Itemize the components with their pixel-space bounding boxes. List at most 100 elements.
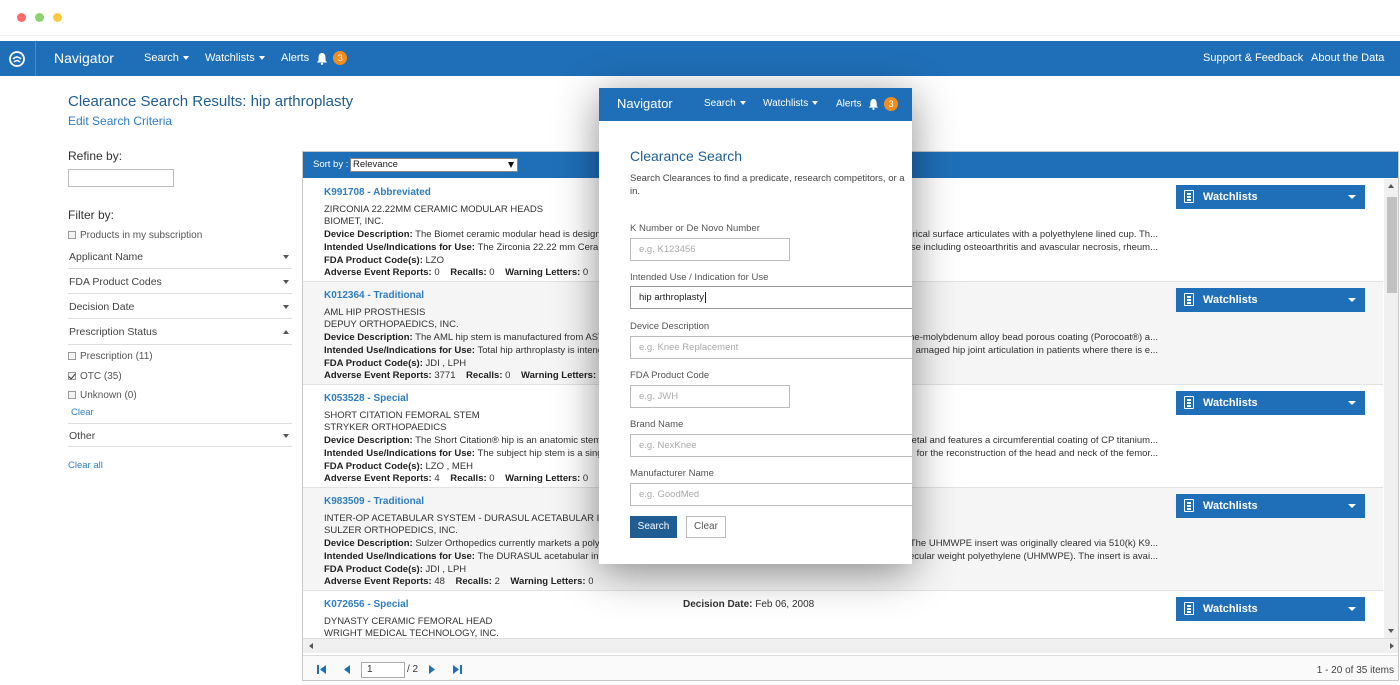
warnings-label: Warning Letters: [510,576,586,587]
checkbox-icon[interactable] [68,352,76,361]
modal-nav-watchlists[interactable]: Watchlists [763,98,819,109]
decision-date-label: Decision Date: [683,599,753,610]
alerts-count-badge: 3 [884,97,899,111]
products-subscription-checkbox[interactable]: Products in my subscription [68,230,202,241]
result-device-description: Device Description: The AML hip stem is … [324,332,624,343]
nav-search[interactable]: Search [144,52,189,64]
chevron-down-icon [283,280,289,284]
chevron-down-icon [1348,195,1356,199]
product-code-input[interactable]: e.g. JWH [630,385,790,408]
checkbox-checked-icon[interactable] [68,372,76,381]
nav-support[interactable]: Support & Feedback [1203,52,1303,64]
nav-about[interactable]: About the Data [1311,52,1384,64]
modal-nav-alerts[interactable]: Alerts 3 [836,97,899,111]
device-description-label: Device Description: [324,332,413,343]
facet-decision-date[interactable]: Decision Date [68,295,292,319]
nav-alerts[interactable]: Alerts 3 [281,51,348,65]
page-input[interactable]: 1 [361,662,405,678]
manufacturer-label: Manufacturer Name [630,468,714,479]
modal-app-title[interactable]: Navigator [617,96,673,111]
document-icon [1184,190,1194,203]
result-title-link[interactable]: K983509 - Traditional [324,496,424,507]
decision-date-value: Feb 06, 2008 [755,599,815,610]
result-device-name: SHORT CITATION FEMORAL STEM [324,410,480,421]
warnings-label: Warning Letters: [505,473,581,484]
result-intended-use: Intended Use/Indications for Use: The DU… [324,551,624,562]
horizontal-scrollbar[interactable] [303,638,1398,653]
page-count: / 2 [407,664,419,675]
intended-use-text: Total hip arthroplasty is intend [477,345,604,356]
scroll-down-icon[interactable] [1388,629,1394,633]
brand-name-label: Brand Name [630,419,684,430]
watchlists-button[interactable]: Watchlists [1176,391,1365,415]
product-codes-label: FDA Product Code(s): [324,564,423,575]
clear-all-link[interactable]: Clear all [68,460,103,471]
device-description-continued: erical surface articulates with a polyet… [907,229,1158,240]
option-unknown[interactable]: Unknown (0) [68,390,137,401]
document-icon[interactable] [1384,94,1394,106]
k-number-input[interactable]: e.g. K123456 [630,238,790,261]
sort-label: Sort by : [313,159,349,170]
pager: 1 / 2 1 - 20 of 35 items [303,655,1398,680]
text-cursor [704,291,706,303]
result-device-name: AML HIP PROSTHESIS [324,307,426,318]
intended-use-input[interactable]: hip arthroplasty [630,286,912,309]
scroll-left-icon[interactable] [309,643,313,649]
warnings-value: 0 [588,576,594,587]
document-icon [1184,293,1194,306]
adverse-value: 4 [434,473,440,484]
result-title-link[interactable]: K072656 - Special [324,599,409,610]
watchlists-button[interactable]: Watchlists [1176,288,1365,312]
intended-use-label: Intended Use/Indications for Use: [324,448,475,459]
scroll-right-icon[interactable] [1390,643,1394,649]
facet-prescription-status[interactable]: Prescription Status [68,320,292,344]
product-codes-value: JDI , LPH [425,358,467,369]
edit-search-criteria-link[interactable]: Edit Search Criteria [68,114,172,128]
chevron-down-icon [812,101,819,106]
watchlists-button[interactable]: Watchlists [1176,185,1365,209]
refine-input[interactable] [68,169,174,187]
result-title-link[interactable]: K053528 - Special [324,393,409,404]
scroll-thumb[interactable] [1387,197,1397,293]
checkbox-icon[interactable] [68,231,76,240]
watchlists-button[interactable]: Watchlists [1176,597,1365,621]
result-title-link[interactable]: K991708 - Abbreviated [324,187,431,198]
option-otc[interactable]: OTC (35) [68,371,122,382]
previous-page-icon[interactable] [343,665,351,674]
watchlists-label: Watchlists [1203,500,1258,512]
nav-watchlists[interactable]: Watchlists [205,52,265,64]
app-logo[interactable] [0,41,36,76]
brand-name-input[interactable]: e.g. NexKnee [630,434,912,457]
clear-prescription-link[interactable]: Clear [71,407,94,418]
checkbox-icon[interactable] [68,391,76,400]
watchlists-button[interactable]: Watchlists [1176,494,1365,518]
last-page-icon[interactable] [452,665,462,674]
close-dot-icon[interactable] [17,13,26,22]
maximize-dot-icon[interactable] [35,13,44,22]
vertical-scrollbar[interactable] [1384,179,1398,638]
facet-fda-codes[interactable]: FDA Product Codes [68,270,292,294]
facet-other[interactable]: Other [68,423,292,447]
next-page-icon[interactable] [428,665,436,674]
result-device-description: Device Description: The Biomet ceramic m… [324,229,624,240]
result-product-codes: FDA Product Code(s): JDI , LPH [324,358,466,369]
chevron-down-icon [283,434,289,438]
result-title-link[interactable]: K012364 - Traditional [324,290,424,301]
sort-select[interactable]: Relevance [350,158,518,172]
facet-applicant[interactable]: Applicant Name [68,245,292,269]
device-description-input[interactable]: e.g. Knee Replacement [630,336,912,359]
clear-button[interactable]: Clear [686,516,726,538]
modal-nav-search[interactable]: Search [704,98,746,109]
first-page-icon[interactable] [317,665,327,674]
app-title[interactable]: Navigator [54,50,114,66]
device-description-text: Sulzer Orthopedics currently markets a p… [415,538,605,549]
option-prescription[interactable]: Prescription (11) [68,351,153,362]
intended-use-text: The Zirconia 22.22 mm Ceram [477,242,607,253]
manufacturer-input[interactable]: e.g. GoodMed [630,483,912,506]
result-intended-use: Intended Use/Indications for Use: The Zi… [324,242,624,253]
modal-description: Search Clearances to find a predicate, r… [630,173,905,197]
search-button[interactable]: Search [630,516,677,538]
scroll-up-icon[interactable] [1388,184,1394,188]
minimize-dot-icon[interactable] [53,13,62,22]
intended-use-label: Intended Use/Indications for Use: [324,345,475,356]
